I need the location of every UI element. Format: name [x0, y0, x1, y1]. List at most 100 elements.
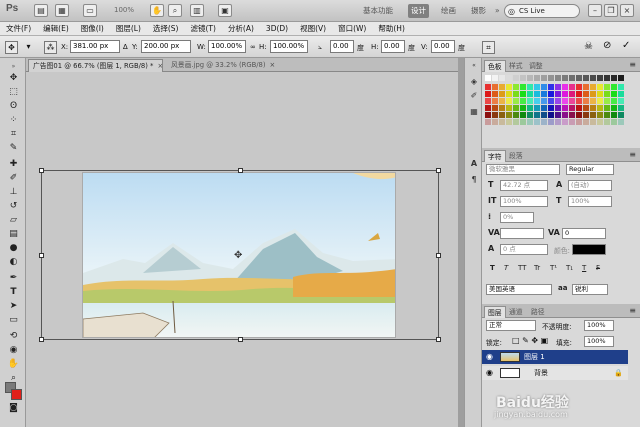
swatch-cell[interactable] — [499, 105, 505, 111]
history-panel-icon[interactable]: ▦ — [468, 106, 480, 117]
swatch-cell[interactable] — [618, 112, 624, 118]
swatch-cell[interactable] — [520, 75, 526, 81]
swatch-cell[interactable] — [618, 98, 624, 104]
handle-middle-left[interactable] — [39, 253, 44, 258]
mini-bridge-icon[interactable]: ▦ — [55, 4, 69, 17]
menu-edit[interactable]: 编辑(E) — [37, 23, 75, 34]
swatch-cell[interactable] — [513, 105, 519, 111]
swatch-cell[interactable] — [562, 98, 568, 104]
swatch-cell[interactable] — [527, 105, 533, 111]
swatch-cell[interactable] — [583, 91, 589, 97]
swatch-cell[interactable] — [527, 84, 533, 90]
swatch-cell[interactable] — [618, 105, 624, 111]
menu-3d[interactable]: 3D(D) — [260, 24, 294, 33]
handle-top-center[interactable] — [238, 168, 243, 173]
all-caps-button[interactable]: TT — [518, 264, 526, 272]
kerning-field[interactable] — [500, 228, 544, 239]
zoom-tool-icon[interactable]: ⌕ — [168, 4, 182, 17]
swatch-cell[interactable] — [499, 119, 505, 125]
swatch-cell[interactable] — [555, 98, 561, 104]
swatch-cell[interactable] — [555, 119, 561, 125]
swatch-cell[interactable] — [604, 84, 610, 90]
swatch-cell[interactable] — [506, 75, 512, 81]
crop-tool-icon[interactable]: ⌗ — [6, 128, 21, 141]
swatch-cell[interactable] — [618, 75, 624, 81]
faux-italic-button[interactable]: T — [504, 264, 508, 272]
rotate-field[interactable]: 0.00 — [330, 40, 354, 53]
swatch-cell[interactable] — [597, 84, 603, 90]
swatch-cell[interactable] — [513, 119, 519, 125]
swatch-cell[interactable] — [604, 91, 610, 97]
swatch-cell[interactable] — [541, 105, 547, 111]
handle-top-right[interactable] — [436, 168, 441, 173]
swatch-cell[interactable] — [506, 119, 512, 125]
background-color-swatch[interactable] — [11, 389, 22, 400]
clone-stamp-tool-icon[interactable]: ⊥ — [6, 186, 21, 199]
swatch-cell[interactable] — [534, 91, 540, 97]
quick-mask-icon[interactable]: ◙ — [6, 402, 21, 415]
swatch-cell[interactable] — [499, 98, 505, 104]
swatch-cell[interactable] — [583, 105, 589, 111]
brush-panel-icon[interactable]: ✐ — [468, 90, 480, 101]
swatch-cell[interactable] — [555, 91, 561, 97]
link-icon[interactable]: ∞ — [250, 43, 256, 51]
swatch-cell[interactable] — [555, 75, 561, 81]
history-brush-tool-icon[interactable]: ↺ — [6, 200, 21, 213]
layer-name[interactable]: 背景 — [534, 366, 548, 380]
swatch-cell[interactable] — [520, 119, 526, 125]
swatch-cell[interactable] — [611, 84, 617, 90]
warp-mode-icon[interactable]: ⌗ — [482, 41, 495, 54]
swatch-cell[interactable] — [583, 75, 589, 81]
path-select-tool-icon[interactable]: ➤ — [6, 300, 21, 313]
swatch-cell[interactable] — [604, 75, 610, 81]
visibility-eye-icon[interactable]: ◉ — [486, 350, 493, 364]
vertical-scale-field[interactable]: 100% — [500, 196, 548, 207]
menu-select[interactable]: 选择(S) — [147, 23, 185, 34]
swatch-cell[interactable] — [506, 84, 512, 90]
swatch-cell[interactable] — [590, 84, 596, 90]
swatch-cell[interactable] — [555, 84, 561, 90]
tab-character[interactable]: 字符 — [484, 150, 506, 162]
color-panel-icon[interactable]: ◈ — [468, 76, 480, 87]
lasso-tool-icon[interactable]: ʘ — [6, 100, 21, 113]
handle-bottom-right[interactable] — [436, 337, 441, 342]
swatch-cell[interactable] — [590, 119, 596, 125]
vskew-field[interactable]: 0.00 — [431, 40, 455, 53]
swatch-cell[interactable] — [555, 105, 561, 111]
tab-paths[interactable]: 路径 — [528, 306, 548, 318]
swatch-cell[interactable] — [576, 105, 582, 111]
swatch-cell[interactable] — [534, 119, 540, 125]
handle-bottom-left[interactable] — [39, 337, 44, 342]
swatch-cell[interactable] — [520, 98, 526, 104]
swatch-cell[interactable] — [513, 91, 519, 97]
swatch-cell[interactable] — [527, 75, 533, 81]
zoom-level[interactable]: 100% — [114, 6, 134, 14]
swatch-cell[interactable] — [569, 112, 575, 118]
swatch-cell[interactable] — [527, 112, 533, 118]
close-button[interactable]: × — [620, 4, 634, 17]
lock-icons[interactable]: □ ✎ ✥ ▣ — [512, 336, 548, 345]
swatch-cell[interactable] — [527, 91, 533, 97]
transform-tool-icon[interactable]: ✥ — [5, 41, 18, 54]
swatch-cell[interactable] — [527, 98, 533, 104]
eraser-tool-icon[interactable]: ▱ — [6, 214, 21, 227]
swatch-cell[interactable] — [506, 105, 512, 111]
swatch-cell[interactable] — [485, 112, 491, 118]
menu-view[interactable]: 视图(V) — [294, 23, 332, 34]
swatch-cell[interactable] — [534, 84, 540, 90]
swatch-cell[interactable] — [541, 91, 547, 97]
swatch-cell[interactable] — [548, 91, 554, 97]
type-tool-icon[interactable]: T — [6, 286, 21, 299]
swatch-cell[interactable] — [569, 84, 575, 90]
swatch-cell[interactable] — [534, 112, 540, 118]
tab-layers[interactable]: 图层 — [484, 306, 506, 318]
menu-window[interactable]: 窗口(W) — [332, 23, 372, 34]
swatch-cell[interactable] — [541, 98, 547, 104]
tracking-field[interactable]: 0 — [562, 228, 606, 239]
blur-tool-icon[interactable]: ● — [6, 242, 21, 255]
visibility-eye-icon[interactable]: ◉ — [486, 366, 493, 380]
tsume-field[interactable]: 0% — [500, 212, 534, 223]
swatch-cell[interactable] — [583, 84, 589, 90]
panel-menu-icon[interactable]: ≡ — [629, 306, 636, 315]
swatch-cell[interactable] — [513, 75, 519, 81]
